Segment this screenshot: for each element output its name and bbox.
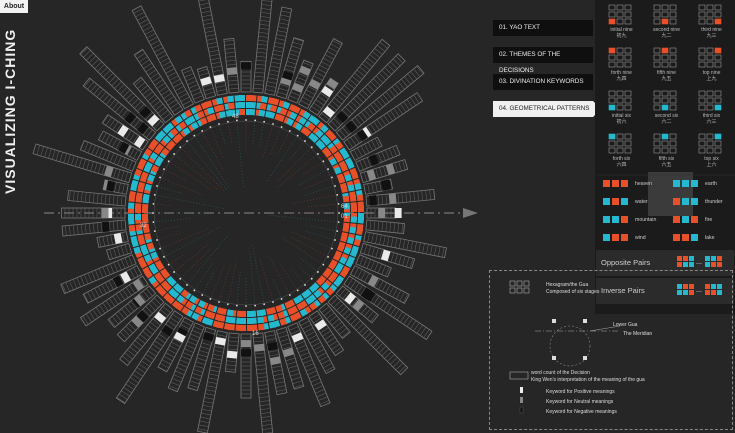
hexagram-ray	[223, 37, 244, 188]
legend-interpretation: King Wen's interpretation of the meaning…	[531, 377, 645, 383]
yao-position-hanzi: 六二	[661, 119, 672, 125]
legend-neutral: Keyword for Neutral meanings	[546, 399, 614, 405]
trigram-heaven[interactable]: heaven	[635, 179, 652, 189]
wheel-label: 01	[341, 214, 348, 220]
trigram-fire[interactable]: fire	[705, 215, 712, 225]
yao-position-hanzi: 六三	[706, 119, 717, 125]
trigram-earth[interactable]: earth	[705, 179, 717, 189]
yao-position-item[interactable]: forth six 六四	[604, 156, 639, 168]
yao-position-item[interactable]: fifth nine 九五	[649, 70, 684, 82]
trigram-lake[interactable]: lake	[705, 233, 715, 243]
yao-position-hanzi: 九三	[706, 33, 717, 39]
legend-hexagram-sub: Composed of six stages	[546, 289, 600, 295]
yao-position-item[interactable]: second nine 九二	[649, 27, 684, 39]
legend-lower-gua: Lower Gua	[613, 322, 638, 328]
yao-position-item[interactable]: top nine 上九	[694, 70, 729, 82]
yao-position-item[interactable]: initial six 初六	[604, 113, 639, 125]
yao-position-item[interactable]: second six 六二	[649, 113, 684, 125]
svg-text:—: —	[696, 261, 702, 267]
legend-hexagram-title: Hexagram/the Gua	[546, 282, 589, 288]
yao-position-hanzi: 上六	[706, 162, 717, 168]
legend-word-count: word count of the Decision	[531, 370, 590, 376]
trigram-wind[interactable]: wind	[635, 233, 646, 243]
hexagram-ray	[82, 226, 220, 304]
wheel-label: 48	[232, 114, 239, 120]
yao-position-hanzi: 上九	[706, 76, 717, 82]
yao-position-hanzi: 九五	[661, 76, 672, 82]
legend-meridian: The Meridian	[623, 331, 653, 337]
menu-themes[interactable]: 02. THEMES OF THE DECISIONS	[493, 47, 593, 74]
legend-positive: Keyword for Positive meanings	[546, 389, 615, 395]
yao-position-item[interactable]: fifth six 六五	[649, 156, 684, 168]
yao-position-hanzi: 初六	[616, 119, 627, 125]
yao-position-hanzi: 六四	[616, 162, 627, 168]
yao-position-item[interactable]: initial nine 初九	[604, 27, 639, 39]
hexagram-ray	[240, 277, 253, 399]
trigram-thunder[interactable]: thunder	[705, 197, 723, 207]
trigram-water[interactable]: water	[635, 197, 648, 207]
hexagram-ray	[267, 77, 339, 181]
yao-position-item[interactable]: forth nine 九四	[604, 70, 639, 82]
hexagram-ray	[79, 254, 183, 327]
meridian-arrow	[463, 208, 478, 218]
yao-position-item[interactable]: top six 上六	[694, 156, 729, 168]
hexagram-ray	[115, 263, 213, 405]
menu-yao-text[interactable]: 01. YAO TEXT	[493, 20, 593, 36]
yao-position-hanzi: 九二	[661, 33, 672, 39]
wheel-label: 32	[140, 223, 147, 229]
yao-position-hanzi: 九四	[616, 76, 627, 82]
trigram-mountain[interactable]: mountain	[635, 215, 656, 225]
wheel-label: 16	[252, 331, 259, 337]
legend-panel: Hexagram/the Gua Composed of six stages …	[489, 270, 733, 430]
yao-position-item[interactable]: third six 六三	[694, 113, 729, 125]
wheel-label: 64	[341, 204, 348, 210]
legend-negative: Keyword for Negative meanings	[546, 409, 617, 415]
hexagram-ray	[197, 261, 237, 433]
yao-position-hanzi: 六五	[661, 162, 672, 168]
menu-divination-keywords[interactable]: 03. DIVINATION KEYWORDS	[493, 74, 593, 90]
hexagram-ray	[32, 143, 183, 194]
menu-geometrical-patterns[interactable]: 04. GEOMETRICAL PATTERNS	[493, 101, 601, 117]
hexagram-ray	[249, 247, 275, 433]
yao-position-item[interactable]: third nine 九三	[694, 27, 729, 39]
yao-position-hanzi: 初九	[616, 33, 627, 39]
